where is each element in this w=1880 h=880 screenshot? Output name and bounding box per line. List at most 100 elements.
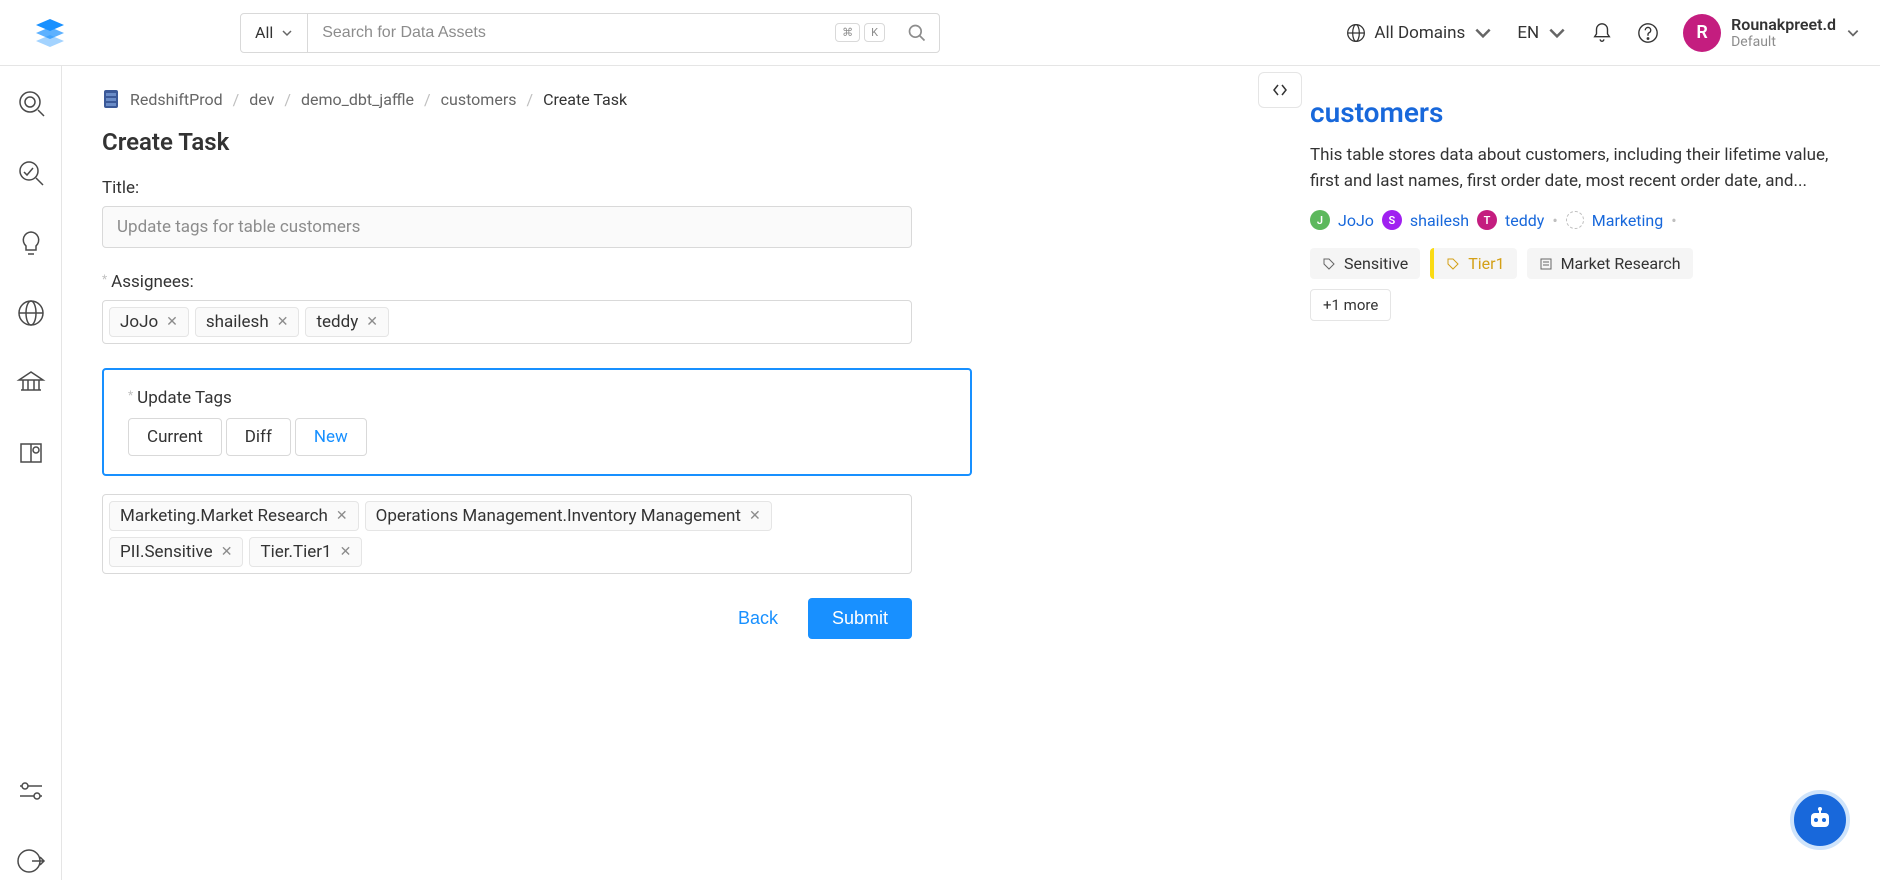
remove-icon[interactable]: ✕ bbox=[277, 314, 289, 330]
domains-icon[interactable] bbox=[16, 298, 46, 332]
glossary-icon bbox=[1539, 257, 1553, 271]
remove-icon[interactable]: ✕ bbox=[366, 314, 378, 330]
app-logo[interactable] bbox=[20, 15, 80, 51]
update-tags-label: Update Tags bbox=[128, 388, 950, 408]
logout-icon[interactable] bbox=[16, 846, 46, 880]
notifications-button[interactable] bbox=[1591, 22, 1613, 44]
remove-icon[interactable]: ✕ bbox=[221, 544, 233, 560]
owner-name[interactable]: JoJo bbox=[1338, 211, 1374, 230]
breadcrumb-sep: / bbox=[284, 90, 291, 109]
submit-button[interactable]: Submit bbox=[808, 598, 912, 639]
database-icon bbox=[102, 88, 120, 110]
search-group: All ⌘ K bbox=[240, 13, 940, 53]
domains-selector[interactable]: All Domains bbox=[1346, 23, 1493, 43]
explore-icon[interactable] bbox=[16, 88, 46, 122]
title-label: Title: bbox=[102, 178, 1240, 198]
topbar-right: All Domains EN R Rounakpreet.d Default bbox=[1346, 14, 1860, 52]
update-tags-callout: Update Tags Current Diff New bbox=[102, 368, 972, 476]
crumb-1[interactable]: dev bbox=[249, 90, 274, 109]
search-scope-label: All bbox=[255, 23, 273, 42]
department-link[interactable]: Marketing bbox=[1592, 211, 1663, 230]
tag-chip: Tier.Tier1✕ bbox=[249, 537, 362, 567]
crumb-3[interactable]: customers bbox=[441, 90, 517, 109]
user-menu[interactable]: R Rounakpreet.d Default bbox=[1683, 14, 1860, 52]
cmd-key: ⌘ bbox=[835, 23, 860, 42]
page-title: Create Task bbox=[102, 128, 1240, 156]
bell-icon bbox=[1591, 22, 1613, 44]
language-label: EN bbox=[1517, 23, 1539, 43]
assignee-chip: JoJo✕ bbox=[109, 307, 189, 337]
search-icon[interactable] bbox=[895, 14, 939, 52]
assignee-chip: teddy✕ bbox=[305, 307, 389, 337]
breadcrumb: RedshiftProd / dev / demo_dbt_jaffle / c… bbox=[102, 88, 1240, 110]
tags-input[interactable]: Marketing.Market Research✕ Operations Ma… bbox=[102, 494, 912, 574]
remove-icon[interactable]: ✕ bbox=[166, 314, 178, 330]
tag-icon bbox=[1446, 257, 1460, 271]
sidebar bbox=[0, 66, 62, 880]
panel-title: customers bbox=[1310, 96, 1850, 129]
tag-chip: Marketing.Market Research✕ bbox=[109, 501, 359, 531]
governance-icon[interactable] bbox=[16, 368, 46, 402]
expand-icon bbox=[1272, 83, 1288, 97]
breadcrumb-sep: / bbox=[424, 90, 431, 109]
owner-name[interactable]: teddy bbox=[1505, 211, 1544, 230]
owner-row: J JoJo S shailesh T teddy • Marketing • bbox=[1310, 210, 1850, 230]
user-name: Rounakpreet.d bbox=[1731, 15, 1836, 34]
data-quality-icon[interactable] bbox=[16, 158, 46, 192]
language-selector[interactable]: EN bbox=[1517, 23, 1567, 43]
button-row: Back Submit bbox=[102, 598, 912, 639]
add-owner-icon[interactable] bbox=[1566, 211, 1584, 229]
owner-avatar: J bbox=[1310, 210, 1330, 230]
side-panel: customers This table stores data about c… bbox=[1280, 66, 1880, 880]
settings-icon[interactable] bbox=[16, 776, 46, 810]
tab-diff[interactable]: Diff bbox=[226, 418, 291, 456]
chevron-down-icon bbox=[1547, 23, 1567, 43]
more-tags-button[interactable]: +1 more bbox=[1310, 289, 1391, 321]
owner-name[interactable]: shailesh bbox=[1410, 211, 1469, 230]
chevron-down-icon bbox=[1473, 23, 1493, 43]
assignee-chip: shailesh✕ bbox=[195, 307, 300, 337]
tab-current[interactable]: Current bbox=[128, 418, 222, 456]
globe-icon bbox=[1346, 23, 1366, 43]
domains-label: All Domains bbox=[1374, 23, 1465, 43]
collapse-handle[interactable] bbox=[1258, 72, 1302, 108]
glossary-icon[interactable] bbox=[16, 438, 46, 472]
title-input[interactable]: Update tags for table customers bbox=[102, 206, 912, 248]
chat-bot-icon bbox=[1805, 805, 1835, 835]
topbar: All ⌘ K All Domains EN R bbox=[0, 0, 1880, 66]
assignees-label: Assignees: bbox=[102, 272, 1240, 292]
user-text: Rounakpreet.d Default bbox=[1731, 15, 1836, 51]
help-icon bbox=[1637, 22, 1659, 44]
separator: • bbox=[1552, 211, 1557, 230]
crumb-0[interactable]: RedshiftProd bbox=[130, 90, 223, 109]
remove-icon[interactable]: ✕ bbox=[749, 508, 761, 524]
help-button[interactable] bbox=[1637, 22, 1659, 44]
breadcrumb-sep: / bbox=[233, 90, 240, 109]
layout: RedshiftProd / dev / demo_dbt_jaffle / c… bbox=[0, 66, 1880, 880]
tag-sensitive[interactable]: Sensitive bbox=[1310, 248, 1420, 279]
owner-avatar: S bbox=[1382, 210, 1402, 230]
search-shortcut: ⌘ K bbox=[825, 14, 895, 52]
tag-market-research[interactable]: Market Research bbox=[1527, 248, 1693, 279]
user-sub: Default bbox=[1731, 34, 1836, 51]
insights-icon[interactable] bbox=[16, 228, 46, 262]
remove-icon[interactable]: ✕ bbox=[340, 544, 352, 560]
tag-tier[interactable]: Tier1 bbox=[1430, 248, 1516, 279]
assignees-input[interactable]: JoJo✕ shailesh✕ teddy✕ bbox=[102, 300, 912, 344]
search-input[interactable] bbox=[308, 14, 825, 52]
separator: • bbox=[1671, 211, 1676, 230]
tag-icon bbox=[1322, 257, 1336, 271]
tag-row-more: +1 more bbox=[1310, 289, 1850, 321]
back-button[interactable]: Back bbox=[738, 608, 778, 629]
tags-tabs: Current Diff New bbox=[128, 418, 950, 456]
main-content: RedshiftProd / dev / demo_dbt_jaffle / c… bbox=[62, 66, 1280, 880]
tag-chip: Operations Management.Inventory Manageme… bbox=[365, 501, 772, 531]
chat-fab[interactable] bbox=[1790, 790, 1850, 850]
search-scope-selector[interactable]: All bbox=[241, 14, 308, 52]
tag-row: Sensitive Tier1 Market Research bbox=[1310, 248, 1850, 279]
avatar: R bbox=[1683, 14, 1721, 52]
tab-new[interactable]: New bbox=[295, 418, 367, 456]
remove-icon[interactable]: ✕ bbox=[336, 508, 348, 524]
owner-avatar: T bbox=[1477, 210, 1497, 230]
crumb-2[interactable]: demo_dbt_jaffle bbox=[301, 90, 414, 109]
